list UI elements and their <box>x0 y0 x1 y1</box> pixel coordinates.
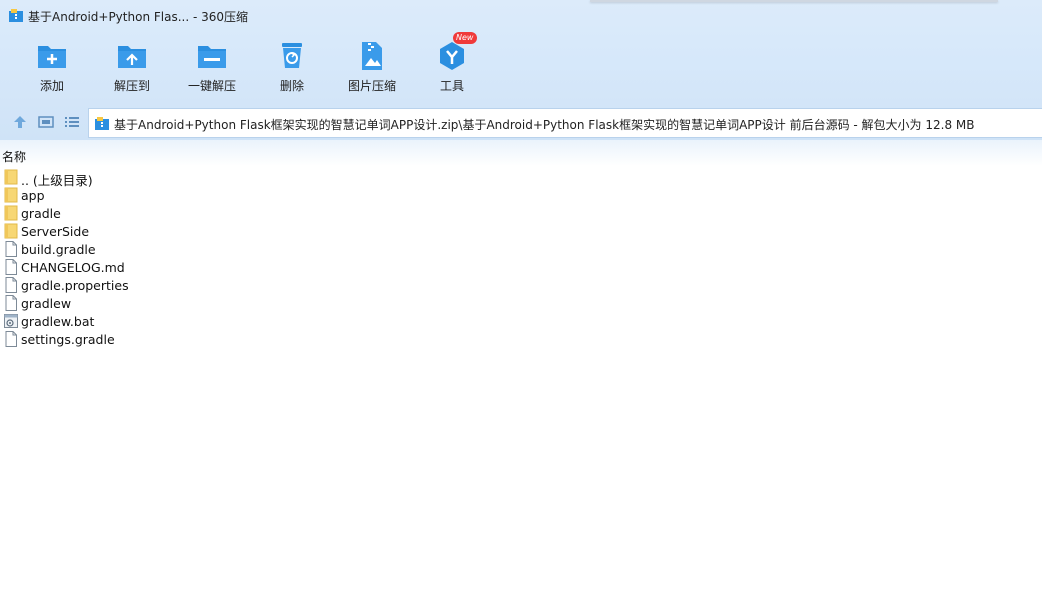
address-bar[interactable]: 基于Android+Python Flask框架实现的智慧记单词APP设计.zi… <box>88 108 1042 138</box>
address-row: 基于Android+Python Flask框架实现的智慧记单词APP设计.zi… <box>0 104 1042 140</box>
file-icon <box>5 259 17 275</box>
file-row[interactable]: gradlew <box>0 294 1042 312</box>
file-name: settings.gradle <box>21 332 115 347</box>
file-name: gradle <box>21 206 61 221</box>
image-compress-icon <box>362 42 382 70</box>
file-rows: .. (上级目录) app gradle ServerSide build.gradle… <box>0 168 1042 348</box>
extract-to-button[interactable]: 解压到 <box>92 36 172 100</box>
folder-icon <box>4 205 18 221</box>
tools-button[interactable]: New 工具 <box>412 32 492 100</box>
file-name: app <box>21 188 45 203</box>
batch-file-icon <box>4 314 18 328</box>
folder-row[interactable]: .. (上级目录) <box>0 168 1042 188</box>
file-row[interactable]: gradlew.bat <box>0 312 1042 330</box>
file-icon <box>5 295 17 311</box>
file-icon <box>5 241 17 257</box>
extract-to-icon <box>118 46 146 68</box>
file-name: gradlew.bat <box>21 314 95 329</box>
folder-row[interactable]: app <box>0 186 1042 204</box>
one-click-extract-icon <box>198 46 226 68</box>
folder-icon <box>4 187 18 203</box>
file-icon <box>5 277 17 293</box>
column-header-name[interactable]: 名称 <box>0 140 1042 166</box>
image-compress-label: 图片压缩 <box>347 79 396 93</box>
folder-icon <box>4 223 18 239</box>
file-name: gradle.properties <box>21 278 129 293</box>
list-view-icon[interactable] <box>64 114 80 130</box>
file-name: CHANGELOG.md <box>21 260 125 275</box>
image-compress-button[interactable]: 图片压缩 <box>332 36 412 100</box>
tools-icon <box>440 42 464 70</box>
folder-icon <box>4 169 18 185</box>
file-row[interactable]: settings.gradle <box>0 330 1042 348</box>
folder-row[interactable]: gradle <box>0 204 1042 222</box>
file-row[interactable]: gradle.properties <box>0 276 1042 294</box>
one-click-extract-label: 一键解压 <box>187 79 236 93</box>
delete-trash-icon <box>282 43 302 68</box>
folder-row[interactable]: ServerSide <box>0 222 1042 240</box>
delete-button[interactable]: 删除 <box>252 36 332 100</box>
delete-label: 删除 <box>279 79 304 93</box>
archive-icon <box>95 117 109 130</box>
window-title: 基于Android+Python Flas... - 360压缩 <box>28 10 249 24</box>
add-label: 添加 <box>39 79 64 93</box>
file-icon <box>5 331 17 347</box>
one-click-extract-button[interactable]: 一键解压 <box>172 36 252 100</box>
app-window: 基于Android+Python Flas... - 360压缩 添加 解压到 … <box>0 0 1042 604</box>
thumbnail-view-icon[interactable] <box>38 114 54 130</box>
add-folder-icon <box>38 46 66 68</box>
header-area: 基于Android+Python Flas... - 360压缩 添加 解压到 … <box>0 0 1042 104</box>
file-list: 名称 .. (上级目录) app gradle ServerSide build.gra… <box>0 140 1042 604</box>
file-name: ServerSide <box>21 224 90 239</box>
overlay-edge <box>590 0 998 2</box>
file-row[interactable]: CHANGELOG.md <box>0 258 1042 276</box>
tools-label: 工具 <box>439 79 464 93</box>
file-row[interactable]: build.gradle <box>0 240 1042 258</box>
title-bar: 基于Android+Python Flas... - 360压缩 <box>0 0 1042 32</box>
file-name: build.gradle <box>21 242 96 257</box>
column-header-label: 名称 <box>2 150 27 164</box>
main-toolbar: 添加 解压到 一键解压 删除 图片压缩 New 工具 <box>0 32 1042 100</box>
add-button[interactable]: 添加 <box>12 36 92 100</box>
extract-to-label: 解压到 <box>113 79 150 93</box>
file-name: gradlew <box>21 296 72 311</box>
new-badge: New <box>453 32 478 44</box>
address-path: 基于Android+Python Flask框架实现的智慧记单词APP设计.zi… <box>114 118 975 132</box>
archive-app-icon <box>9 9 23 22</box>
up-arrow-icon[interactable] <box>12 114 28 130</box>
